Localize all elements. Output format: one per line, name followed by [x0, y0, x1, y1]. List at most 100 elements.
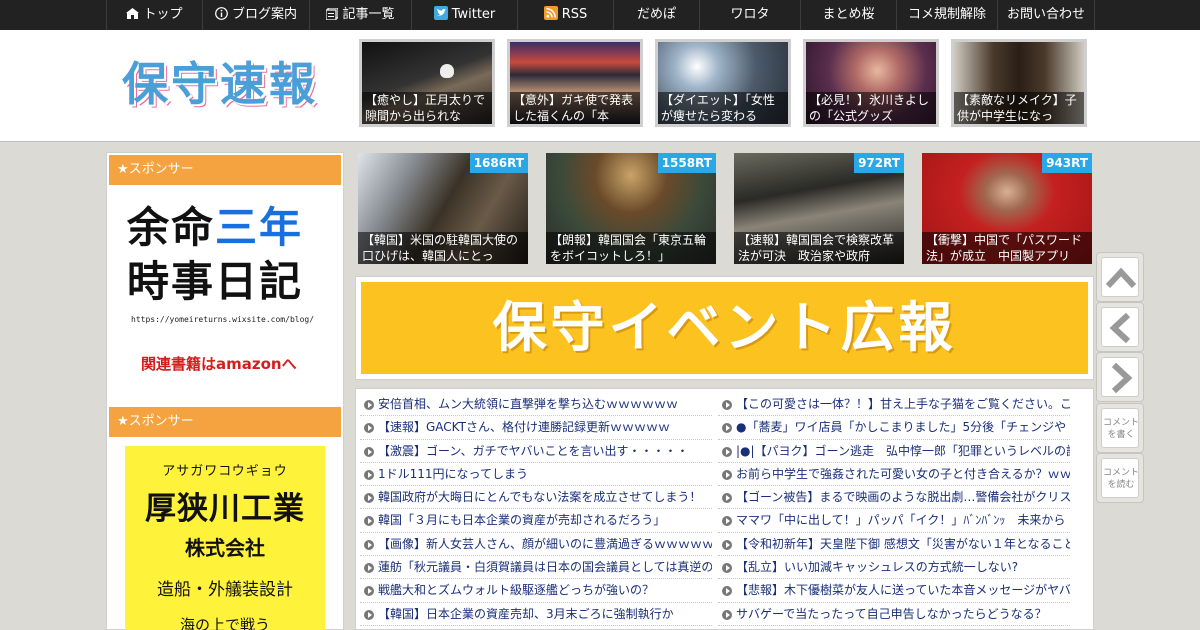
- ranking-card-2[interactable]: 1558RT 【朗報】韓国国会「東京五輪をボイコットしろ！」: [546, 153, 716, 264]
- bullet-icon: [364, 446, 374, 457]
- header-thumb-4[interactable]: 【必見！】氷川きよしの「公式グッズ: [803, 39, 939, 127]
- event-banner[interactable]: 保守イベント広報: [361, 282, 1088, 374]
- list-item[interactable]: 【悲報】木下優樹菜が友人に送っていた本音メッセージがヤバ: [718, 579, 1070, 603]
- header-thumb-3[interactable]: 【ダイエット】「女性が痩せたら変わる: [655, 39, 791, 127]
- chevron-up-icon: [1105, 267, 1137, 289]
- list-item-title: |●|【パヨク】ゴーン逃走 弘中惇一郎「犯罪というレベルの話: [736, 443, 1070, 458]
- nav-item-matome-sakura[interactable]: まとめ桜: [800, 0, 896, 30]
- list-item-title: 【激震】ゴーン、ガチでヤバいことを言い出す・・・・・: [378, 443, 689, 458]
- ad-asagawa-kogyo[interactable]: アサガワコウギョウ 厚狭川工業 株式会社 造船・外艤装設計 海の上で戦う: [125, 446, 325, 630]
- bullet-icon: [364, 423, 374, 434]
- list-item-title: 安倍首相、ムン大統領に直撃弾を撃ち込むｗｗｗｗｗｗ: [378, 397, 679, 411]
- bullet-icon: [722, 469, 732, 480]
- write-comment-button[interactable]: コメントを書く: [1096, 403, 1144, 453]
- bullet-icon: [722, 493, 732, 504]
- write-comment-inner: コメントを書く: [1101, 408, 1139, 448]
- twitter-icon: [433, 2, 448, 30]
- list-item[interactable]: 蓮舫「秋元議員・白須賀議員は日本の国会議員としては真逆の: [360, 556, 712, 580]
- list-item[interactable]: 安倍首相、ムン大統領に直撃弾を撃ち込むｗｗｗｗｗｗ: [360, 393, 712, 417]
- nav-label: ワロタ: [730, 7, 770, 22]
- nav-item-blog-guide[interactable]: ブログ案内: [202, 0, 309, 30]
- list-item-title: 蓮舫「秋元議員・白須賀議員は日本の国会議員としては真逆の: [378, 560, 712, 575]
- bullet-icon: [364, 493, 374, 504]
- bullet-icon: [364, 586, 374, 597]
- list-item[interactable]: 【韓国】日本企業の資産売却、3月末ごろに強制執行か: [360, 603, 712, 626]
- list-item[interactable]: 戦艦大和とズムウォルト級駆逐艦どっちが強いの？: [360, 579, 712, 603]
- ad-url: https://yomeireturns.wixsite.com/blog/: [131, 315, 315, 324]
- list-item[interactable]: 【令和初新年】天皇陛下御 感想文「災害がない１年となること: [718, 533, 1070, 557]
- ranking-card-3[interactable]: 972RT 【速報】韓国国会で検察改革法が可決 政治家や政府: [734, 153, 904, 264]
- header-thumb-1[interactable]: 【癒やし】正月太りで隙間から出られな: [359, 39, 495, 127]
- list-item[interactable]: 【速報】GACKTさん、格付け連勝記録更新ｗｗｗｗｗ: [360, 416, 712, 440]
- article-list-left: 安倍首相、ムン大統領に直撃弾を撃ち込むｗｗｗｗｗｗ 【速報】GACKTさん、格付…: [360, 393, 712, 626]
- header-thumb-5[interactable]: 【素敵なリメイク】子供が中学生になっ: [951, 39, 1087, 127]
- nav-item-top[interactable]: トップ: [106, 0, 202, 30]
- chevron-right-icon: [1111, 362, 1133, 394]
- list-item[interactable]: 【激震】ゴーン、ガチでヤバいことを言い出す・・・・・: [360, 440, 712, 463]
- nav-item-rss[interactable]: RSS: [517, 0, 613, 30]
- list-item[interactable]: 韓国「３月にも日本企業の資産が売却されるだろう」: [360, 509, 712, 533]
- ad-title-part-blue: 三年: [215, 203, 304, 252]
- list-item[interactable]: お前ら中学生で強姦された可愛い女の子と付き合えるか？ｗｗ: [718, 463, 1070, 487]
- nav-item-comment-unblock[interactable]: コメ規制解除: [896, 0, 997, 30]
- rss-icon: [543, 2, 558, 30]
- bullet-icon: [722, 609, 732, 620]
- left-sidebar: ★スポンサー 余命三年 時事日記 https://yomeireturns.wi…: [106, 152, 344, 630]
- thumb-caption: 【ダイエット】「女性が痩せたら変わる: [658, 92, 788, 124]
- next-article-inner: [1101, 357, 1139, 397]
- list-item-title: 【この可愛さは一体？！】甘え上手な子猫をご覧ください。こ: [736, 397, 1070, 411]
- ranking-caption: 【韓国】米国の駐韓国大使の口ひげは、韓国人にとっ: [358, 232, 528, 264]
- ranking-caption: 【朗報】韓国国会「東京五輪をボイコットしろ！」: [546, 232, 716, 264]
- ad-company-name: 厚狭川工業: [145, 491, 305, 527]
- nav-item-article-list[interactable]: 記事一覧: [309, 0, 411, 30]
- list-item[interactable]: ママワ「中に出して！」パッパ「イク！」ﾊﾞﾝﾊﾞﾝｯ 未来から: [718, 509, 1070, 533]
- header-thumb-2[interactable]: 【意外】ガキ使で発表した福くんの「本: [507, 39, 643, 127]
- read-comment-button[interactable]: コメントを読む: [1096, 453, 1144, 503]
- bullet-icon: [364, 609, 374, 620]
- thumb-caption: 【素敵なリメイク】子供が中学生になっ: [954, 92, 1084, 124]
- nav-label: コメ規制解除: [907, 7, 986, 22]
- list-item[interactable]: 【画像】新人女芸人さん、顔が細いのに豊満過ぎるｗｗｗｗｗ: [360, 533, 712, 557]
- list-item[interactable]: 【この可愛さは一体？！】甘え上手な子猫をご覧ください。こ: [718, 393, 1070, 417]
- nav-item-contact[interactable]: お問い合わせ: [997, 0, 1095, 30]
- nav-label: RSS: [561, 7, 588, 22]
- bullet-icon: [364, 563, 374, 574]
- ranking-card-1[interactable]: 1686RT 【韓国】米国の駐韓国大使の口ひげは、韓国人にとっ: [358, 153, 528, 264]
- list-item[interactable]: ●「蕎麦」ワイ店員「かしこまりました」5分後「チェンジや: [718, 416, 1070, 440]
- ad-title-part: 余命: [127, 203, 216, 252]
- ad-title-line1: 余命三年: [127, 203, 327, 253]
- ranking-card-4[interactable]: 943RT 【衝撃】中国で「パスワード法」が成立 中国製アプリ: [922, 153, 1092, 264]
- list-item[interactable]: サバゲーで当たったって自己申告しなかったらどうなる？: [718, 603, 1070, 626]
- event-banner-box: 保守イベント広報: [355, 276, 1094, 380]
- nav-item-twitter[interactable]: Twitter: [411, 0, 517, 30]
- bullet-icon: [364, 400, 374, 410]
- rt-count-badge: 1558RT: [657, 153, 716, 173]
- list-item-title: 1ドル111円になってしまう: [378, 466, 528, 481]
- top-nav: トップ ブログ案内 記事一覧 Twitter RSS だめぽ ワロタ まとめ桜 …: [0, 0, 1200, 30]
- nav-label: だめぽ: [636, 7, 676, 22]
- cat-image: [440, 64, 454, 78]
- next-article-button[interactable]: [1096, 352, 1144, 402]
- list-item-title: 戦艦大和とズムウォルト級駆逐艦どっちが強いの？: [378, 583, 655, 598]
- list-item[interactable]: 韓国政府が大晦日にとんでもない法案を成立させてしまう！: [360, 486, 712, 510]
- nav-item-damepo[interactable]: だめぽ: [613, 0, 699, 30]
- list-item-title: お前ら中学生で強姦された可愛い女の子と付き合えるか？ｗｗ: [736, 466, 1070, 481]
- bullet-icon: [722, 446, 732, 457]
- list-item-title: 韓国「３月にも日本企業の資産が売却されるだろう」: [378, 513, 666, 528]
- list-item[interactable]: 【ゴーン被告】まるで映画のような脱出劇…警備会社がクリス: [718, 486, 1070, 510]
- bullet-icon: [722, 400, 732, 410]
- bullet-icon: [722, 563, 732, 574]
- list-item[interactable]: |●|【パヨク】ゴーン逃走 弘中惇一郎「犯罪というレベルの話: [718, 440, 1070, 463]
- list-item[interactable]: 1ドル111円になってしまう: [360, 463, 712, 487]
- site-logo[interactable]: 保守速報: [122, 54, 342, 118]
- list-item-title: ●「蕎麦」ワイ店員「かしこまりました」5分後「チェンジや: [736, 420, 1067, 435]
- list-item-title: 【画像】新人女芸人さん、顔が細いのに豊満過ぎるｗｗｗｗｗ: [378, 536, 712, 551]
- list-item[interactable]: 【乱立】いい加減キャッシュレスの方式統一しない?: [718, 556, 1070, 580]
- prev-article-button[interactable]: [1096, 302, 1144, 352]
- ad-amazon-link[interactable]: 関連書籍はamazonへ: [141, 353, 321, 374]
- read-comment-inner: コメントを読む: [1101, 458, 1139, 498]
- article-list-right: 【この可愛さは一体？！】甘え上手な子猫をご覧ください。こ ●「蕎麦」ワイ店員「か…: [718, 393, 1070, 626]
- scroll-top-button[interactable]: [1096, 252, 1144, 302]
- thumb-caption: 【必見！】氷川きよしの「公式グッズ: [806, 92, 936, 124]
- nav-item-warota[interactable]: ワロタ: [699, 0, 800, 30]
